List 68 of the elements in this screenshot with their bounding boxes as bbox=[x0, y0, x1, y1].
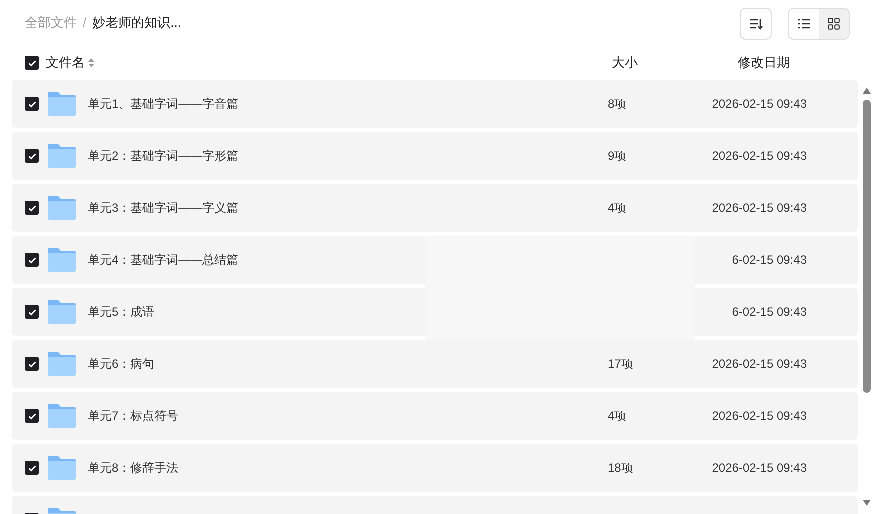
modified-date: 2026-02-15 09:43 bbox=[712, 200, 807, 217]
sort-icon bbox=[749, 18, 763, 30]
column-header[interactable]: 文件名 bbox=[46, 53, 85, 73]
list-icon bbox=[798, 19, 810, 29]
checkbox[interactable] bbox=[25, 253, 39, 267]
check-icon bbox=[28, 360, 36, 368]
check-icon bbox=[28, 412, 36, 420]
folder-icon bbox=[47, 195, 77, 221]
modified-date: 2026-02-15 09:43 bbox=[712, 408, 807, 425]
file-row[interactable]: 单元6：病句 17项 2026-02-15 09:43 bbox=[12, 340, 858, 388]
file-row[interactable]: 单元7：标点符号 4项 2026-02-15 09:43 bbox=[12, 392, 858, 440]
folder-icon bbox=[47, 299, 77, 325]
scroll-down-icon[interactable] bbox=[863, 500, 871, 506]
modified-date: 6-02-15 09:43 bbox=[732, 304, 807, 321]
sort-arrows-icon[interactable] bbox=[88, 58, 95, 68]
check-icon bbox=[28, 204, 36, 212]
scrollbar-thumb[interactable] bbox=[863, 100, 871, 393]
item-count: 8项 bbox=[608, 97, 627, 111]
item-count: 4项 bbox=[608, 201, 627, 215]
checkbox[interactable] bbox=[25, 461, 39, 475]
file-row[interactable]: 单元2：基础字词——字形篇 9项 2026-02-15 09:43 bbox=[12, 132, 858, 180]
column-header: 大小 bbox=[612, 54, 639, 72]
column-header: 修改日期 bbox=[738, 54, 790, 72]
check-icon bbox=[28, 256, 36, 264]
item-count: 4项 bbox=[608, 409, 627, 423]
item-count: 17项 bbox=[608, 357, 634, 371]
check-icon bbox=[28, 308, 36, 316]
checkbox[interactable] bbox=[25, 201, 39, 215]
scroll-up-icon[interactable] bbox=[863, 88, 871, 94]
item-count: 18项 bbox=[608, 461, 634, 475]
file-name[interactable]: 单元1、基础字词——字音篇 bbox=[88, 97, 239, 111]
folder-icon bbox=[47, 455, 77, 481]
checkbox[interactable] bbox=[25, 149, 39, 163]
file-name[interactable]: 单元8：修辞手法 bbox=[88, 461, 179, 475]
file-row[interactable]: 单元3：基础字词——字义篇 4项 2026-02-15 09:43 bbox=[12, 184, 858, 232]
breadcrumb-separator: / bbox=[83, 14, 87, 32]
file-name[interactable]: 单元2：基础字词——字形篇 bbox=[88, 149, 239, 163]
checkbox[interactable] bbox=[25, 56, 39, 70]
check-icon bbox=[28, 464, 36, 472]
file-name[interactable]: 单元7：标点符号 bbox=[88, 409, 179, 423]
folder-icon bbox=[47, 91, 77, 117]
sort-button[interactable] bbox=[740, 8, 772, 40]
file-name[interactable]: 单元5：成语 bbox=[88, 305, 155, 319]
checkbox[interactable] bbox=[25, 305, 39, 319]
check-icon bbox=[28, 152, 36, 160]
item-count: 9项 bbox=[608, 149, 627, 163]
checkbox[interactable] bbox=[25, 409, 39, 423]
check-icon bbox=[28, 100, 36, 108]
folder-icon bbox=[47, 351, 77, 377]
grid-icon bbox=[828, 18, 840, 30]
check-icon bbox=[28, 58, 36, 68]
modified-date: 2026-02-15 09:43 bbox=[712, 96, 807, 113]
breadcrumb-link[interactable]: 妙老师的知识... bbox=[92, 13, 182, 33]
file-row[interactable]: 单元1、基础字词——字音篇 8项 2026-02-15 09:43 bbox=[12, 80, 858, 128]
modified-date: 2026-02-15 09:43 bbox=[712, 148, 807, 165]
folder-icon bbox=[47, 247, 77, 273]
modified-date: 2026-02-15 09:43 bbox=[712, 356, 807, 373]
modified-date: 6-02-15 09:43 bbox=[732, 252, 807, 269]
folder-icon bbox=[47, 403, 77, 429]
file-name[interactable]: 单元3：基础字词——字义篇 bbox=[88, 201, 239, 215]
file-name[interactable]: 单元6：病句 bbox=[88, 357, 155, 371]
checkbox[interactable] bbox=[25, 357, 39, 371]
checkbox[interactable] bbox=[25, 97, 39, 111]
folder-icon bbox=[47, 143, 77, 169]
file-name[interactable]: 单元4：基础字词——总结篇 bbox=[88, 253, 239, 267]
file-row[interactable]: 单元8：修辞手法 18项 2026-02-15 09:43 bbox=[12, 444, 858, 492]
modified-date: 2026-02-15 09:43 bbox=[712, 460, 807, 477]
grid-view-button[interactable] bbox=[819, 9, 849, 39]
